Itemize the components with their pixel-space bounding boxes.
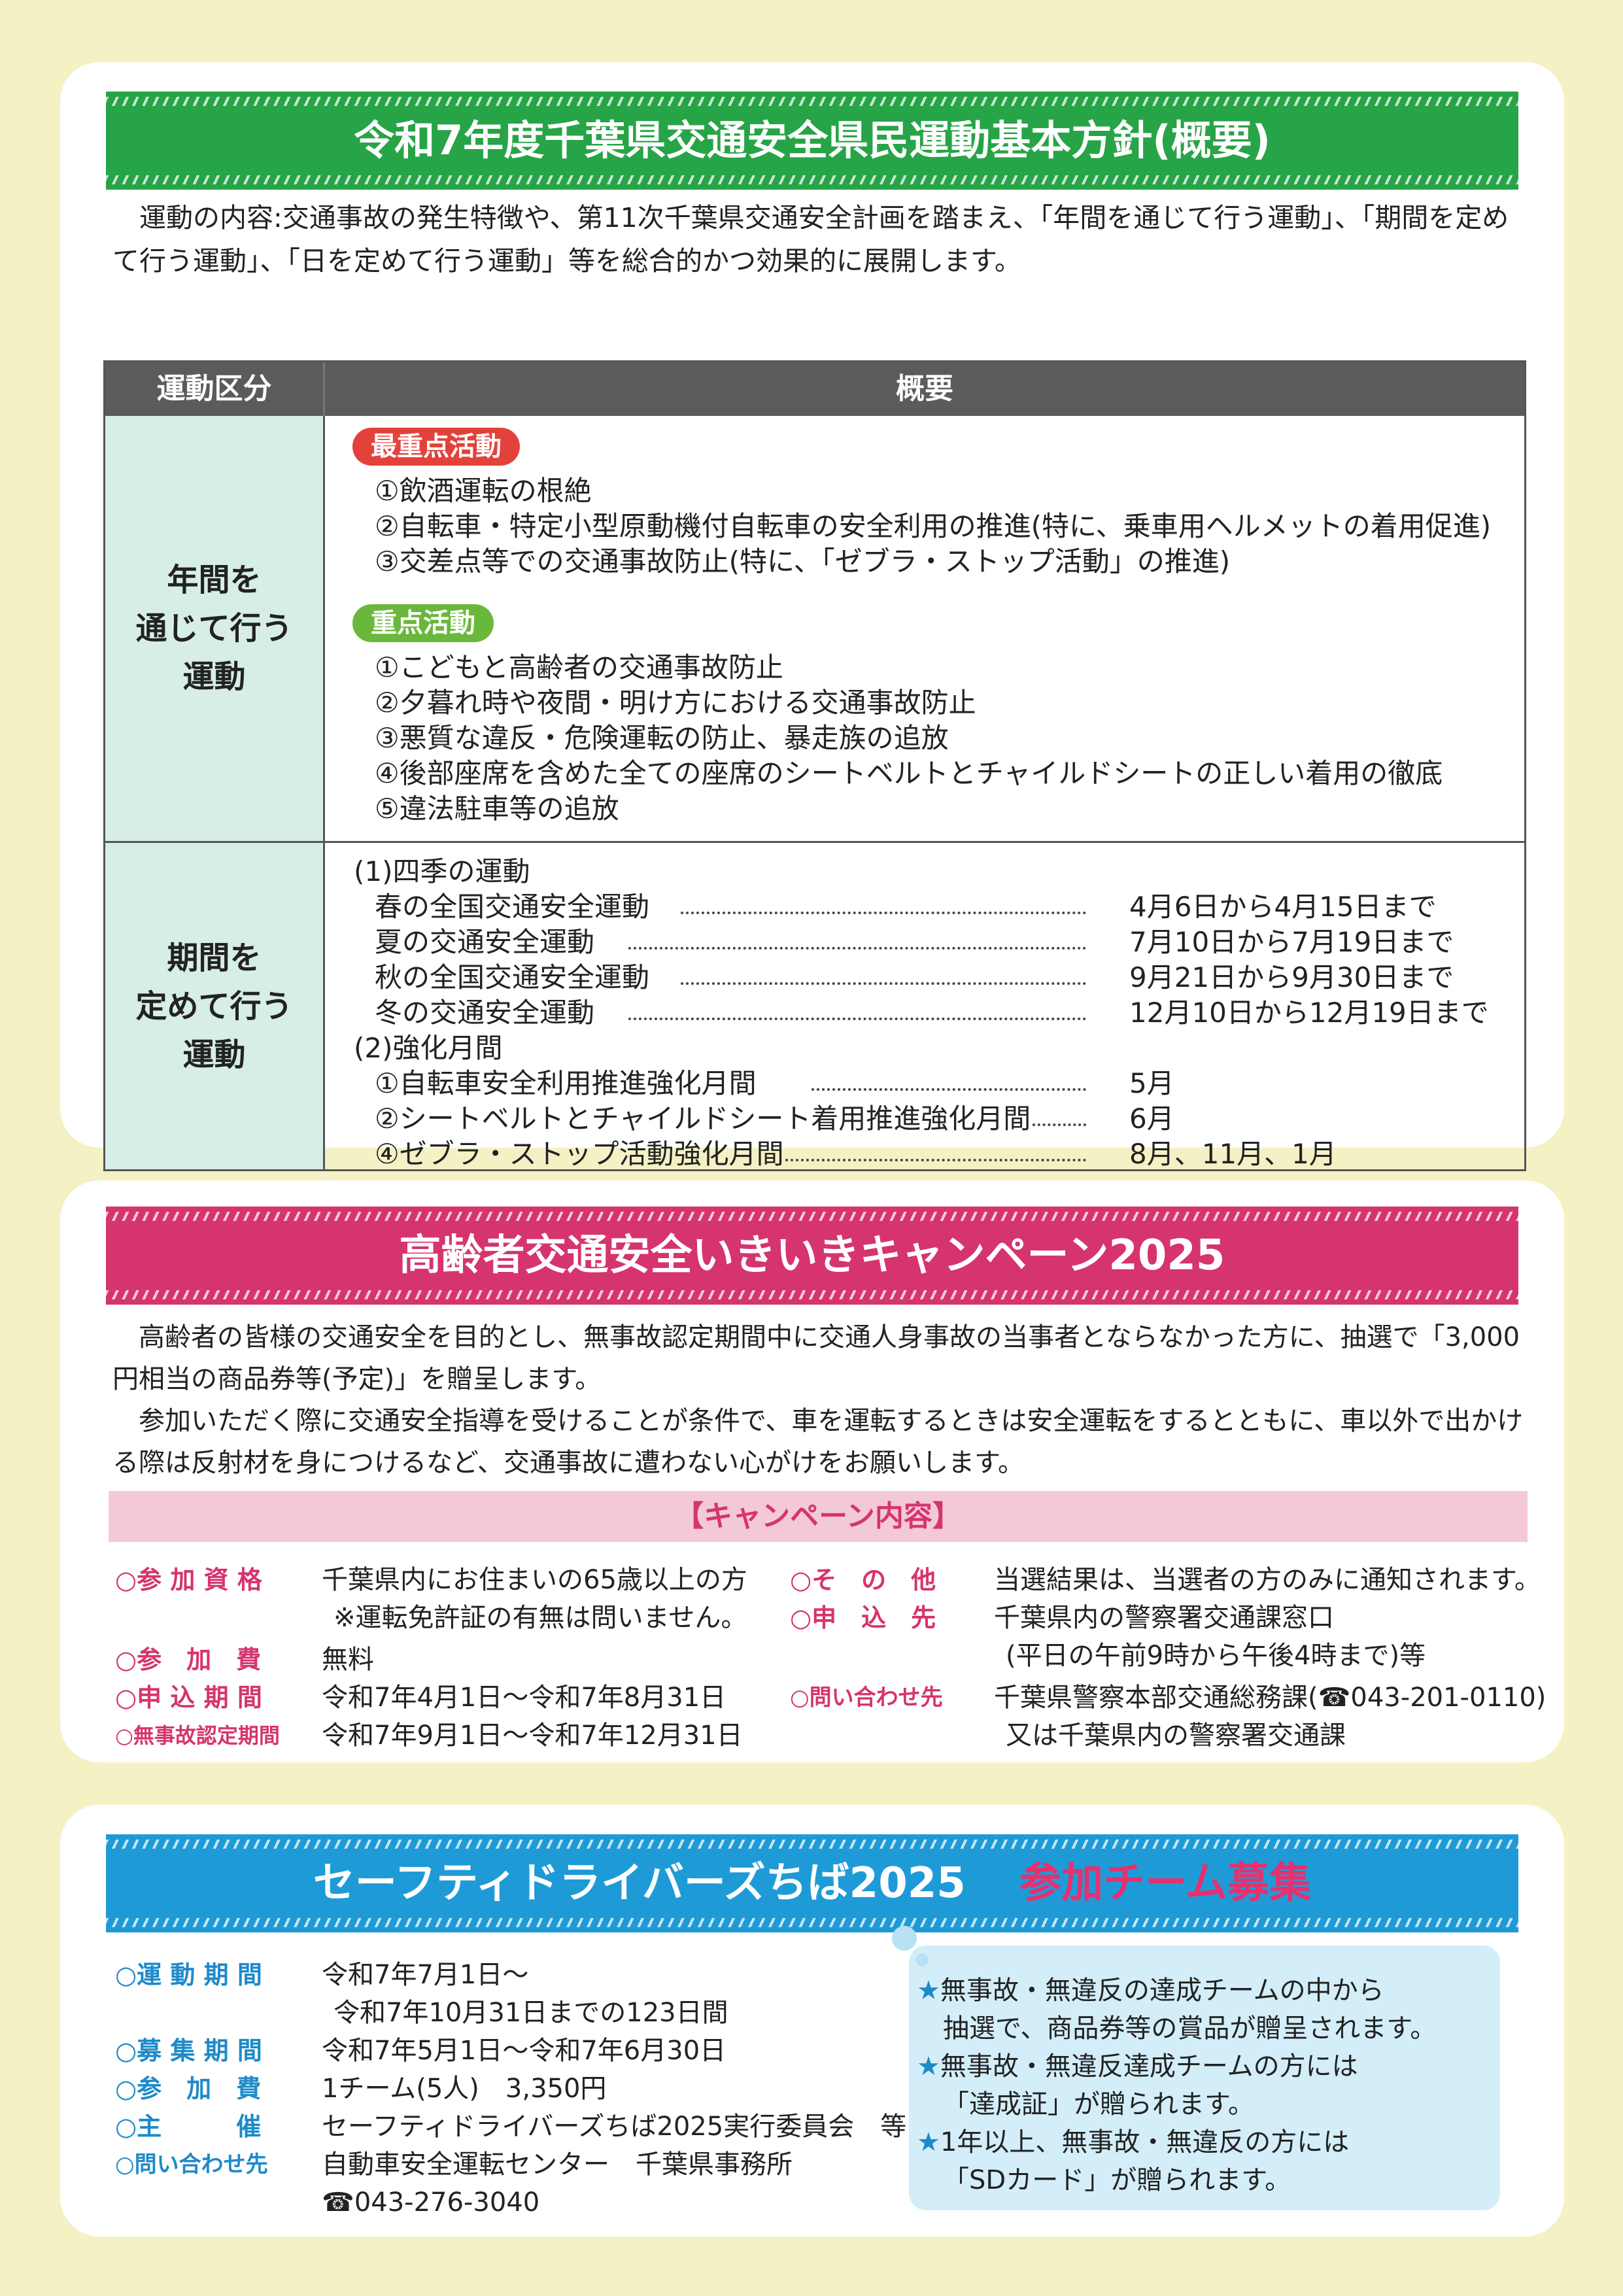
month-period: 8月、11月、1月 [1129, 1138, 1337, 1170]
row-label-yearly: 年間を 通じて行う 運動 [105, 416, 325, 841]
campaign-value: 当選結果は、当選者の方のみに通知されます。 [994, 1565, 1541, 1595]
campaign-label: ○参 加 資 格 [115, 1566, 262, 1594]
section1-banner: 令和7年度千葉県交通安全県民運動基本方針(概要) [106, 92, 1518, 190]
sd-value: ☎043-276-3040 [322, 2187, 540, 2218]
bubble-text: 抽選で、商品券等の賞品が贈呈されます。 [943, 2013, 1437, 2044]
elderly-campaign-card: 高齢者交通安全いきいきキャンペーン2025 高齢者の皆様の交通安全を目的とし、無… [60, 1180, 1564, 1762]
priority-item: ③悪質な違反・危険運転の防止、暴走族の追放 [375, 722, 949, 754]
sd-value: 令和7年5月1日～令和7年6月30日 [322, 2036, 726, 2066]
campaign-value: 千葉県内の警察署交通課窓口 [994, 1603, 1334, 1633]
section2-banner: 高齢者交通安全いきいきキャンペーン2025 [106, 1207, 1518, 1305]
priority-item: ②夕暮れ時や夜間・明け方における交通事故防止 [375, 687, 976, 719]
bubble-dot-icon [915, 1953, 929, 1966]
month-name: ④ゼブラ・ストップ活動強化月間 [375, 1138, 784, 1170]
priority-item: ⑤違法駐車等の追放 [375, 793, 619, 825]
sd-label: ○主 催 [115, 2112, 262, 2141]
sd-label: ○参 加 費 [115, 2074, 262, 2103]
top-priority-item: ②自転車・特定小型原動機付自転車の安全利用の推進(特に、乗車用ヘルメットの着用促… [375, 510, 1492, 542]
seasonal-name: 秋の全国交通安全運動 [375, 961, 650, 993]
campaign-value: 無料 [322, 1645, 374, 1675]
campaign-value: 又は千葉県内の警察署交通課 [1006, 1721, 1346, 1751]
campaign-value: ※運転免許証の有無は問いません。 [333, 1603, 747, 1633]
campaign-value: 千葉県警察本部交通総務課(☎043-201-0110) [994, 1683, 1546, 1713]
campaign-label: ○申 込 期 間 [115, 1683, 262, 1712]
table-header: 運動区分 概要 [105, 362, 1524, 416]
campaign-label: ○そ の 他 [790, 1566, 936, 1594]
header-summary: 概要 [896, 372, 953, 405]
section3-title: セーフティドライバーズちば2025 [313, 1859, 966, 1908]
campaign-value: 令和7年9月1日～令和7年12月31日 [322, 1721, 743, 1751]
campaign-label: ○申 込 先 [790, 1603, 936, 1632]
month-name: ①自転車安全利用推進強化月間 [375, 1067, 757, 1099]
section1-intro: 運動の内容:交通事故の発生特徴や、第11次千葉県交通安全計画を踏まえ、「年間を通… [112, 202, 1509, 277]
seasonal-period: 12月10日から12月19日まで [1129, 997, 1489, 1029]
month-name: ②シートベルトとチャイルドシート着用推進強化月間 [375, 1103, 1031, 1135]
sd-value: 自動車安全運転センター 千葉県事務所 [322, 2150, 793, 2180]
month-period: 6月 [1129, 1103, 1174, 1135]
sd-value: 令和7年7月1日～ [322, 1960, 529, 1990]
sd-value: セーフティドライバーズちば2025実行委員会 等 [322, 2112, 907, 2142]
traffic-safety-policy-card: 令和7年度千葉県交通安全県民運動基本方針(概要) 運動の内容:交通事故の発生特徴… [60, 62, 1564, 1171]
campaign-label: ○参 加 費 [115, 1645, 262, 1674]
policy-table: 運動区分 概要 年間を 通じて行う 運動 期間を 定めて行う 運動 最重点活動 … [103, 360, 1526, 1171]
top-priority-item: ①飲酒運転の根絶 [375, 475, 592, 507]
sd-label: ○問い合わせ先 [115, 2151, 268, 2178]
section3-title-accent: 参加チーム募集 [1019, 1859, 1312, 1908]
campaign-label: ○無事故認定期間 [115, 1723, 280, 1748]
campaign-content-heading: 【キャンペーン内容】 [109, 1491, 1528, 1542]
month-period: 5月 [1129, 1067, 1174, 1099]
section3-banner: セーフティドライバーズちば2025 参加チーム募集 [106, 1834, 1518, 1932]
seasonal-period: 7月10日から7月19日まで [1129, 926, 1454, 958]
bubble-text: 「SDカード」が贈られます。 [943, 2165, 1291, 2195]
seasonal-name: 春の全国交通安全運動 [375, 891, 650, 923]
row-label-period: 期間を 定めて行う 運動 [105, 843, 325, 1169]
months-heading: (2)強化月間 [354, 1032, 503, 1064]
top-priority-tag: 最重点活動 [352, 428, 520, 466]
seasonal-name: 冬の交通安全運動 [375, 997, 595, 1029]
bubble-text: 1年以上、無事故・無違反の方には [940, 2127, 1350, 2157]
sd-value: 1チーム(5人) 3,350円 [322, 2074, 607, 2104]
priority-tag: 重点活動 [352, 604, 494, 642]
seasonal-period: 9月21日から9月30日まで [1129, 961, 1454, 993]
priority-item: ④後部座席を含めた全ての座席のシートベルトとチャイルドシートの正しい着用の徹底 [375, 757, 1443, 789]
bubble-dot-icon [892, 1926, 917, 1951]
star-icon: ★ [917, 2051, 940, 2082]
priority-item: ①こどもと高齢者の交通事故防止 [375, 651, 783, 683]
section2-para2: 参加いただく際に交通安全指導を受けることが条件で、車を運転するときは安全運転をす… [112, 1406, 1524, 1478]
bubble-text: 無事故・無違反の達成チームの中から [940, 1976, 1384, 2006]
campaign-value: 千葉県内にお住まいの65歳以上の方 [322, 1565, 747, 1595]
seasonal-name: 夏の交通安全運動 [375, 926, 595, 958]
bubble-text: 無事故・無違反達成チームの方には [940, 2051, 1358, 2082]
campaign-value: (平日の午前9時から午後4時まで)等 [1006, 1641, 1426, 1671]
sd-label: ○募 集 期 間 [115, 2036, 262, 2065]
section2-para1: 高齢者の皆様の交通安全を目的とし、無事故認定期間中に交通人身事故の当事者とならな… [112, 1322, 1520, 1394]
star-icon: ★ [917, 2127, 940, 2157]
sd-value: 令和7年10月31日までの123日間 [333, 1998, 728, 2028]
bubble-text: 「達成証」が贈られます。 [943, 2089, 1254, 2119]
header-category: 運動区分 [105, 362, 325, 416]
campaign-label: ○問い合わせ先 [790, 1685, 943, 1711]
campaign-value: 令和7年4月1日～令和7年8月31日 [322, 1683, 726, 1713]
seasonal-heading: (1)四季の運動 [354, 855, 530, 887]
sd-label: ○運 動 期 間 [115, 1961, 262, 1989]
seasonal-period: 4月6日から4月15日まで [1129, 891, 1437, 923]
star-icon: ★ [917, 1976, 940, 2006]
top-priority-item: ③交差点等での交通事故防止(特に、「ゼブラ・ストップ活動」の推進) [375, 545, 1231, 577]
